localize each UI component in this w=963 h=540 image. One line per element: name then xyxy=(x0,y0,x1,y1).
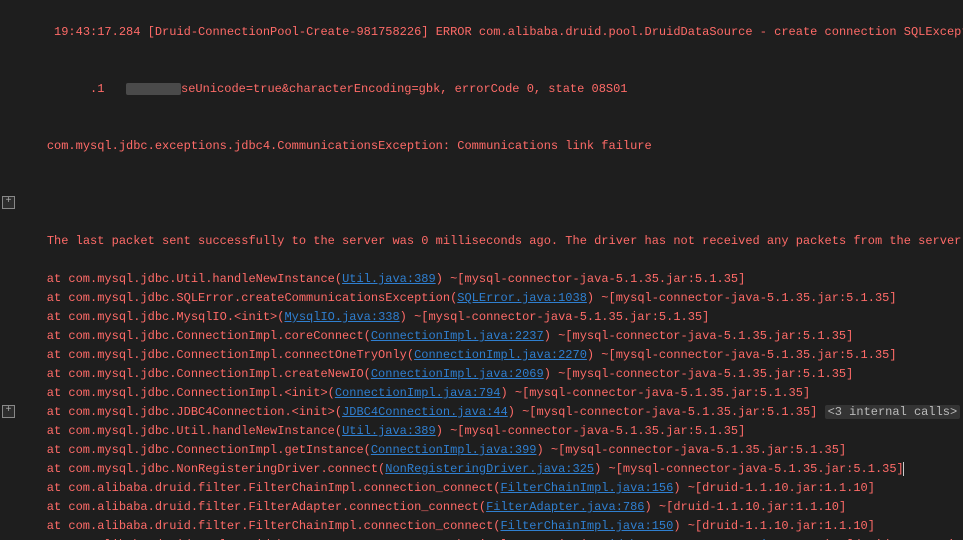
stack-frame-suffix: ) ~[mysql-connector-java-5.1.35.jar:5.1.… xyxy=(436,424,746,438)
source-link[interactable]: SQLError.java:1038 xyxy=(457,291,587,305)
stack-frame-text: at com.mysql.jdbc.SQLError.createCommuni… xyxy=(18,291,457,305)
stack-frame-text: at com.mysql.jdbc.ConnectionImpl.getInst… xyxy=(18,443,371,457)
stack-frame-suffix: ) ~[druid-1.1.10.jar:1.1.10] xyxy=(673,519,875,533)
stack-frame-line: + at com.mysql.jdbc.JDBC4Connection.<ini… xyxy=(0,403,963,422)
log-message: seUnicode=true&characterEncoding=gbk, er… xyxy=(181,82,627,96)
source-link[interactable]: FilterChainImpl.java:150 xyxy=(500,519,673,533)
stack-frame-text: at com.alibaba.druid.filter.FilterAdapte… xyxy=(18,500,486,514)
blank-line xyxy=(0,175,963,194)
source-link[interactable]: JDBC4Connection.java:44 xyxy=(342,405,508,419)
text-caret xyxy=(903,462,905,476)
stack-frame-line: at com.mysql.jdbc.NonRegisteringDriver.c… xyxy=(0,460,963,479)
source-link[interactable]: Util.java:389 xyxy=(342,424,436,438)
source-link[interactable]: ConnectionImpl.java:2270 xyxy=(414,348,587,362)
log-line: 19:43:17.284 [Druid-ConnectionPool-Creat… xyxy=(0,4,963,61)
stack-frame-line: at com.mysql.jdbc.Util.handleNewInstance… xyxy=(0,270,963,289)
exception-message: com.mysql.jdbc.exceptions.jdbc4.Communic… xyxy=(47,139,652,153)
stack-frame-line: at com.alibaba.druid.pool.DruidAbstractD… xyxy=(0,536,963,540)
source-link[interactable]: ConnectionImpl.java:2069 xyxy=(371,367,544,381)
stack-frame-suffix: ) ~[mysql-connector-java-5.1.35.jar:5.1.… xyxy=(400,310,710,324)
log-line: + The last packet sent successfully to t… xyxy=(0,194,963,270)
log-message: .1 xyxy=(47,82,126,96)
stack-frame-text: at com.mysql.jdbc.ConnectionImpl.<init>( xyxy=(18,386,335,400)
stack-frame-suffix: ) ~[mysql-connector-java-5.1.35.jar:5.1.… xyxy=(544,329,854,343)
stack-frame-line: at com.mysql.jdbc.ConnectionImpl.coreCon… xyxy=(0,327,963,346)
stack-frame-line: at com.alibaba.druid.filter.FilterAdapte… xyxy=(0,498,963,517)
source-link[interactable]: FilterChainImpl.java:156 xyxy=(500,481,673,495)
stack-frame-suffix: ) ~[mysql-connector-java-5.1.35.jar:5.1.… xyxy=(594,462,904,476)
source-link[interactable]: ConnectionImpl.java:2237 xyxy=(371,329,544,343)
stack-frame-line: at com.alibaba.druid.filter.FilterChainI… xyxy=(0,517,963,536)
source-link[interactable]: Util.java:389 xyxy=(342,272,436,286)
stack-frame-text: at com.mysql.jdbc.ConnectionImpl.coreCon… xyxy=(18,329,371,343)
internal-calls-badge[interactable]: <3 internal calls> xyxy=(825,405,961,419)
stack-frame-suffix: ) ~[mysql-connector-java-5.1.35.jar:5.1.… xyxy=(537,443,847,457)
console-output[interactable]: 19:43:17.284 [Druid-ConnectionPool-Creat… xyxy=(0,0,963,540)
stack-frame-line: at com.mysql.jdbc.ConnectionImpl.createN… xyxy=(0,365,963,384)
stack-frame-line: at com.mysql.jdbc.MysqlIO.<init>(MysqlIO… xyxy=(0,308,963,327)
log-level: ERROR xyxy=(436,25,472,39)
expand-icon[interactable]: + xyxy=(2,196,15,209)
stack-frame-suffix: ) ~[druid-1.1.10.jar:1.1.10] xyxy=(673,481,875,495)
stack-frame-text: at com.mysql.jdbc.Util.handleNewInstance… xyxy=(18,272,342,286)
stack-frame-text: at com.alibaba.druid.filter.FilterChainI… xyxy=(18,519,500,533)
log-line: com.mysql.jdbc.exceptions.jdbc4.Communic… xyxy=(0,118,963,175)
stack-frame-suffix: ) ~[mysql-connector-java-5.1.35.jar:5.1.… xyxy=(501,386,811,400)
stack-frame-text: at com.mysql.jdbc.JDBC4Connection.<init>… xyxy=(18,405,342,419)
redacted-text xyxy=(126,83,181,95)
stack-frame-suffix: ) ~[mysql-connector-java-5.1.35.jar:5.1.… xyxy=(587,291,897,305)
log-timestamp: 19:43:17.284 xyxy=(47,25,148,39)
stack-frame-line: at com.mysql.jdbc.ConnectionImpl.<init>(… xyxy=(0,384,963,403)
stack-frame-line: at com.mysql.jdbc.Util.handleNewInstance… xyxy=(0,422,963,441)
stack-frame-line: at com.alibaba.druid.filter.FilterChainI… xyxy=(0,479,963,498)
stack-frame-text: at com.alibaba.druid.filter.FilterChainI… xyxy=(18,481,500,495)
source-link[interactable]: ConnectionImpl.java:399 xyxy=(371,443,537,457)
stack-frame-line: at com.mysql.jdbc.ConnectionImpl.getInst… xyxy=(0,441,963,460)
log-message-1: com.alibaba.druid.pool.DruidDataSource -… xyxy=(472,25,963,39)
stack-frame-text: at com.mysql.jdbc.Util.handleNewInstance… xyxy=(18,424,342,438)
source-link[interactable]: FilterAdapter.java:786 xyxy=(486,500,644,514)
stack-frame-line: at com.mysql.jdbc.ConnectionImpl.connect… xyxy=(0,346,963,365)
stack-frame-text: at com.mysql.jdbc.ConnectionImpl.createN… xyxy=(18,367,371,381)
stack-frame-suffix: ) ~[mysql-connector-java-5.1.35.jar:5.1.… xyxy=(587,348,897,362)
source-link[interactable]: MysqlIO.java:338 xyxy=(284,310,399,324)
stack-frame-line: at com.mysql.jdbc.SQLError.createCommuni… xyxy=(0,289,963,308)
source-link[interactable]: NonRegisteringDriver.java:325 xyxy=(385,462,594,476)
stack-frame-text: at com.mysql.jdbc.MysqlIO.<init>( xyxy=(18,310,284,324)
expand-icon[interactable]: + xyxy=(2,405,15,418)
stack-frame-suffix: ) ~[mysql-connector-java-5.1.35.jar:5.1.… xyxy=(436,272,746,286)
stack-frame-text: at com.mysql.jdbc.NonRegisteringDriver.c… xyxy=(18,462,385,476)
log-thread: [Druid-ConnectionPool-Create-981758226] xyxy=(148,25,436,39)
stack-frame-suffix: ) ~[druid-1.1.10.jar:1.1.10] xyxy=(645,500,847,514)
stack-frame-suffix: ) ~[mysql-connector-java-5.1.35.jar:5.1.… xyxy=(544,367,854,381)
log-line: .1 seUnicode=true&characterEncoding=gbk,… xyxy=(0,61,963,118)
stack-frame-suffix: ) ~[mysql-connector-java-5.1.35.jar:5.1.… xyxy=(508,405,825,419)
source-link[interactable]: ConnectionImpl.java:794 xyxy=(335,386,501,400)
packet-message: The last packet sent successfully to the… xyxy=(47,234,963,248)
stack-frame-text: at com.mysql.jdbc.ConnectionImpl.connect… xyxy=(18,348,414,362)
